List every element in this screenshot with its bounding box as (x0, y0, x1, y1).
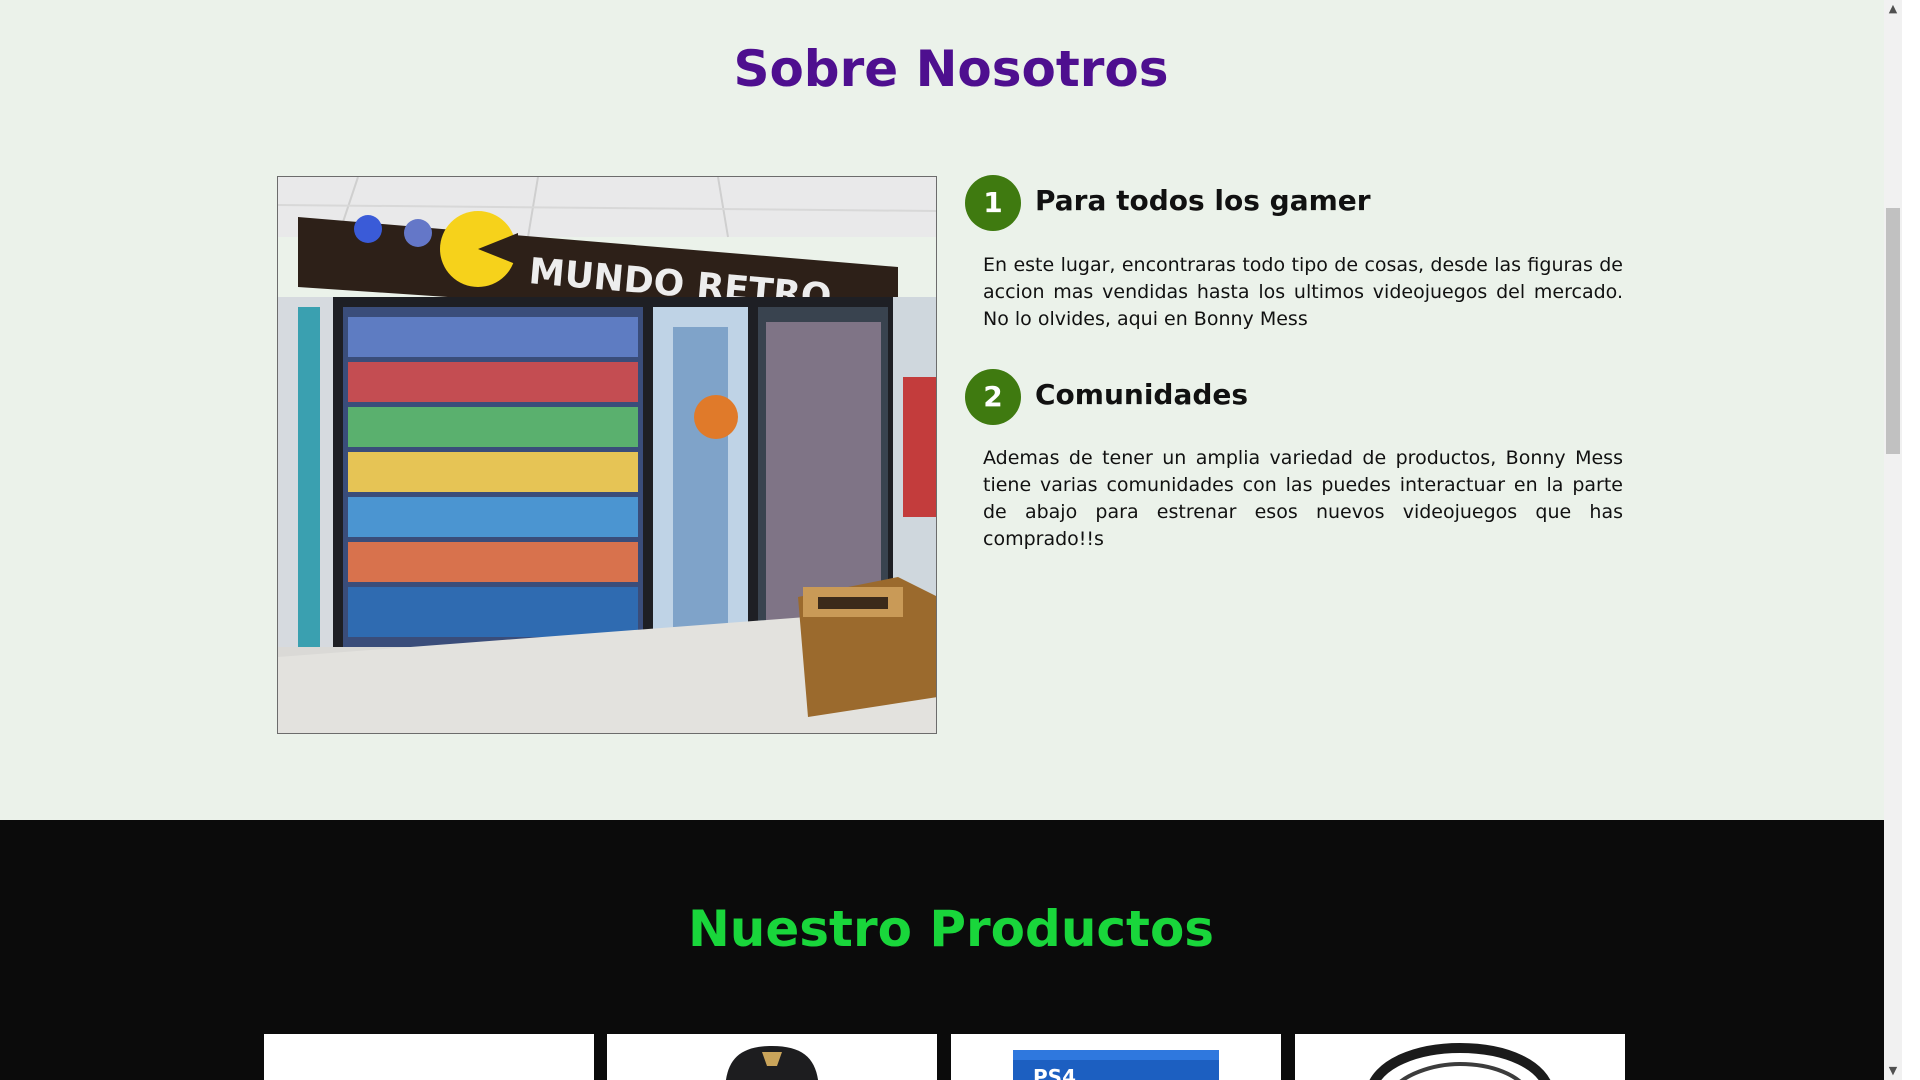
feature-2-title: Comunidades (1035, 378, 1249, 411)
products-title: Nuestro Productos (687, 900, 1215, 958)
scroll-thumb[interactable] (1886, 208, 1900, 454)
feature-2-text: Ademas de tener un amplia variedad de pr… (983, 447, 1623, 550)
scroll-up-icon[interactable]: ▲ (1884, 0, 1902, 18)
about-title: Sobre Nosotros (733, 40, 1169, 98)
product-card-3[interactable]: PS4 (951, 1034, 1281, 1080)
store-photo-illustration: MUNDO RETRO (278, 177, 936, 733)
product-card-4[interactable] (1295, 1034, 1625, 1080)
vertical-scrollbar[interactable]: ▲ ▼ (1884, 0, 1902, 1080)
scroll-down-icon[interactable]: ▼ (1884, 1062, 1902, 1080)
product-card-2[interactable] (607, 1034, 937, 1080)
feature-1-number-badge: 1 (965, 175, 1021, 231)
gaming-chair-image (726, 1046, 818, 1080)
headset-cable-image (1369, 1042, 1551, 1080)
blank-product-image (264, 1034, 594, 1080)
feature-1-text: En este lugar, encontraras todo tipo de … (983, 254, 1623, 330)
products-section: Nuestro Productos PS4 (0, 820, 1902, 1080)
about-section: Sobre Nosotros MUNDO RETRO 1 Para todos … (0, 0, 1902, 820)
page: Sobre Nosotros MUNDO RETRO 1 Para todos … (0, 0, 1902, 1080)
product-card-1[interactable] (264, 1034, 594, 1080)
ps4-game-case-image: PS4 (1013, 1050, 1219, 1080)
feature-2-number-badge: 2 (965, 369, 1021, 425)
feature-1-title: Para todos los gamer (1035, 184, 1371, 217)
svg-text:PS4: PS4 (1033, 1065, 1076, 1080)
store-photo: MUNDO RETRO (277, 176, 937, 734)
